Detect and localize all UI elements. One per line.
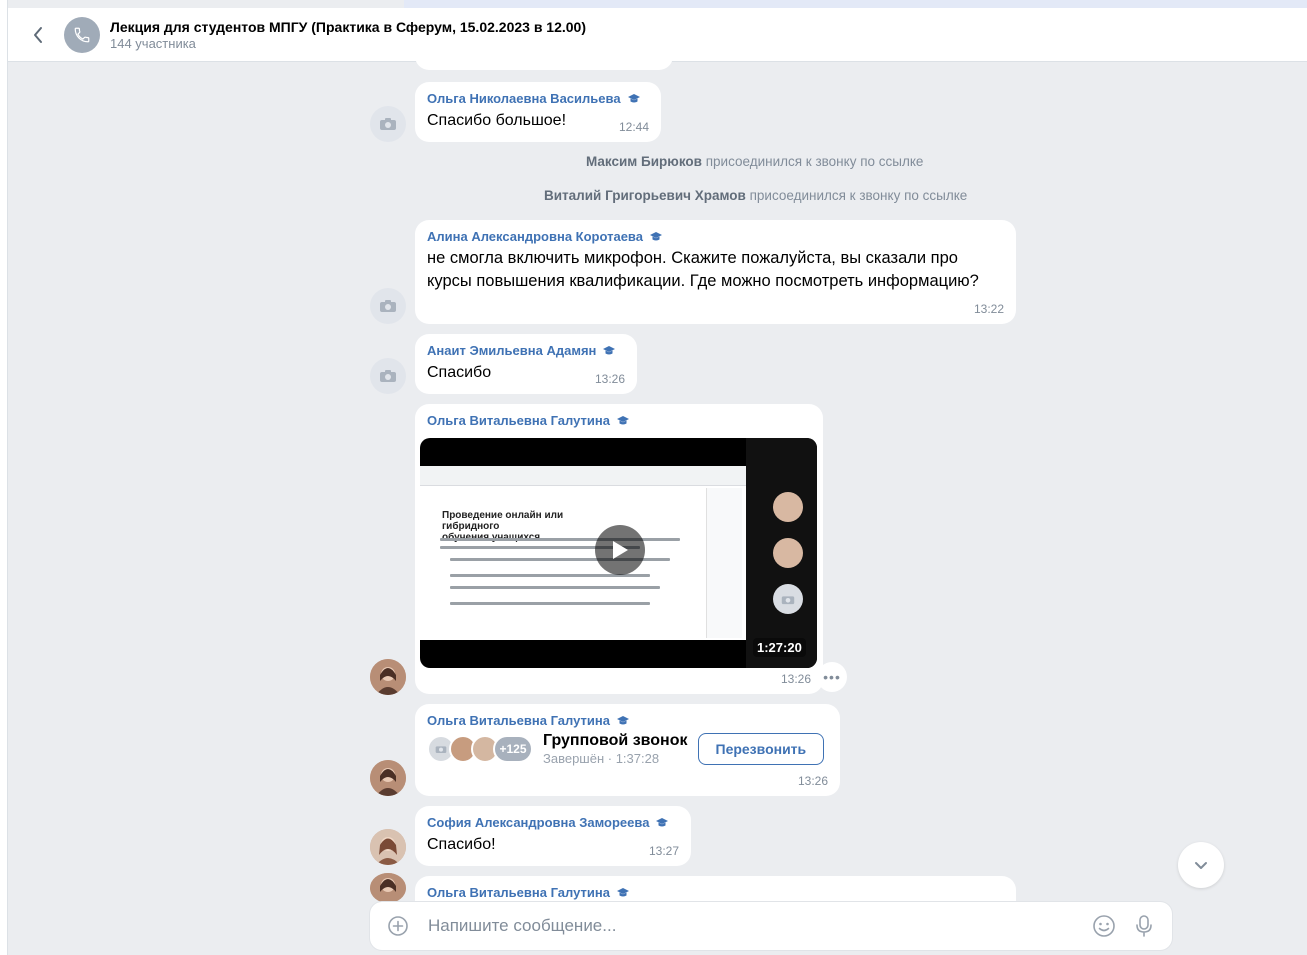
camera-icon [781, 595, 795, 604]
service-user[interactable]: Виталий Григорьевич Храмов [544, 188, 746, 203]
video-duration: 1:27:20 [753, 638, 806, 657]
user-photo-icon [370, 760, 406, 796]
message-author[interactable]: Ольга Витальевна Галутина [427, 713, 828, 729]
message-composer [370, 902, 1172, 950]
user-photo-icon [370, 873, 406, 903]
participant-thumbnail [773, 492, 803, 522]
video-message-bubble: Ольга Витальевна Галутина Проведение онл… [415, 404, 823, 694]
camera-icon [380, 370, 396, 382]
avatar[interactable] [370, 288, 406, 324]
service-message: Виталий Григорьевич Храмов присоединился… [544, 188, 967, 203]
message-text-line: не смогла включить микрофон. Скажите пож… [427, 249, 958, 267]
message-bubble: Анаит Эмильевна Адамян Спасибо 13:26 [415, 334, 637, 394]
message-time: 13:26 [797, 774, 828, 788]
service-action: присоединился к звонку по ссылке [749, 188, 968, 203]
call-info: Групповой звонок Завершён · 1:37:28 [543, 731, 688, 767]
message-author[interactable]: Ольга Витальевна Галутина [427, 885, 1004, 901]
message-time: 13:27 [648, 844, 679, 858]
avatar[interactable] [370, 873, 406, 903]
play-button[interactable] [595, 525, 645, 575]
message-author[interactable]: Анаит Эмильевна Адамян [427, 343, 625, 359]
message-bubble: Алина Александровна Коротаева не смогла … [415, 220, 1016, 324]
chevron-down-icon [1195, 861, 1207, 869]
message-time: 12:44 [618, 120, 649, 134]
camera-icon [435, 746, 447, 753]
microphone-icon [1136, 915, 1152, 937]
message-time: 13:22 [973, 302, 1004, 316]
call-row: +125 Групповой звонок Завершён · 1:37:28… [427, 731, 828, 767]
message-author[interactable]: Алина Александровна Коротаева [427, 229, 1004, 245]
author-name[interactable]: София Александровна Заморeева [427, 815, 649, 831]
play-icon [613, 541, 628, 559]
author-name[interactable]: Ольга Витальевна Галутина [427, 713, 610, 729]
scroll-down-button[interactable] [1178, 842, 1224, 888]
add-icon [388, 916, 408, 936]
call-status: Завершён · 1:37:28 [543, 751, 660, 766]
message-feed: Ольга Николаевна Васильева Спасибо больш… [0, 0, 1307, 955]
slide-title-line: Проведение онлайн или гибридного [442, 510, 564, 532]
avatar[interactable] [370, 659, 406, 695]
graduation-cap-icon [656, 818, 669, 827]
avatar[interactable] [370, 760, 406, 796]
message-bubble: София Александровна Заморeева Спасибо! 1… [415, 806, 691, 866]
video-slide-preview: Проведение онлайн или гибридного обучени… [420, 466, 746, 640]
service-message: Максим Бирюков присоединился к звонку по… [586, 154, 923, 169]
author-name[interactable]: Ольга Витальевна Галутина [427, 885, 610, 901]
extra-participants-count: +125 [493, 735, 533, 763]
message-actions-button[interactable]: ••• [817, 662, 847, 692]
slide-sidebar [706, 488, 742, 638]
graduation-cap-icon [616, 716, 629, 725]
author-name[interactable]: Ольга Витальевна Галутина [427, 413, 610, 429]
graduation-cap-icon [603, 346, 616, 355]
call-message-bubble: Ольга Витальевна Галутина +125 Групповой… [415, 704, 840, 796]
author-name[interactable]: Ольга Николаевна Васильева [427, 91, 621, 107]
avatar[interactable] [370, 358, 406, 394]
slide-text-line [440, 538, 680, 541]
participant-thumbnail [773, 538, 803, 568]
message-author[interactable]: София Александровна Заморeева [427, 815, 679, 831]
graduation-cap-icon [627, 94, 640, 103]
camera-icon [380, 300, 396, 312]
author-name[interactable]: Анаит Эмильевна Адамян [427, 343, 596, 359]
graduation-cap-icon [649, 232, 662, 241]
camera-icon [380, 118, 396, 130]
video-attachment[interactable]: Проведение онлайн или гибридного обучени… [420, 438, 817, 668]
message-input[interactable] [428, 916, 1084, 936]
emoji-button[interactable] [1084, 906, 1124, 946]
call-title: Групповой звонок [543, 732, 688, 749]
graduation-cap-icon [616, 888, 629, 897]
message-bubble-cut [415, 40, 673, 70]
user-photo-icon [370, 829, 406, 865]
message-time: 13:26 [780, 672, 811, 686]
author-name[interactable]: Алина Александровна Коротаева [427, 229, 643, 245]
message-time: 13:26 [594, 372, 625, 386]
voice-message-button[interactable] [1124, 906, 1164, 946]
service-user[interactable]: Максим Бирюков [586, 154, 702, 169]
graduation-cap-icon [616, 416, 629, 425]
call-participants: +125 [427, 735, 533, 763]
recall-button[interactable]: Перезвонить [697, 733, 825, 765]
service-action: присоединился к звонку по ссылке [705, 154, 924, 169]
slide-text-line [450, 586, 660, 589]
message-author[interactable]: Ольга Николаевна Васильева [427, 91, 649, 107]
emoji-icon [1093, 915, 1115, 937]
avatar[interactable] [370, 829, 406, 865]
message-author[interactable]: Ольга Витальевна Галутина [427, 413, 811, 429]
slide-text-line [450, 602, 650, 605]
avatar[interactable] [370, 106, 406, 142]
message-text: Спасибо! [427, 836, 496, 853]
attach-button[interactable] [378, 906, 418, 946]
participant-thumbnail [773, 584, 803, 614]
message-text: Спасибо большое! [427, 112, 567, 129]
more-icon: ••• [823, 669, 841, 685]
user-photo-icon [370, 659, 406, 695]
message-bubble: Ольга Николаевна Васильева Спасибо больш… [415, 82, 661, 142]
slide-toolbar [420, 466, 746, 486]
message-text-line: курсы повышения квалификации. Где можно … [427, 272, 979, 290]
